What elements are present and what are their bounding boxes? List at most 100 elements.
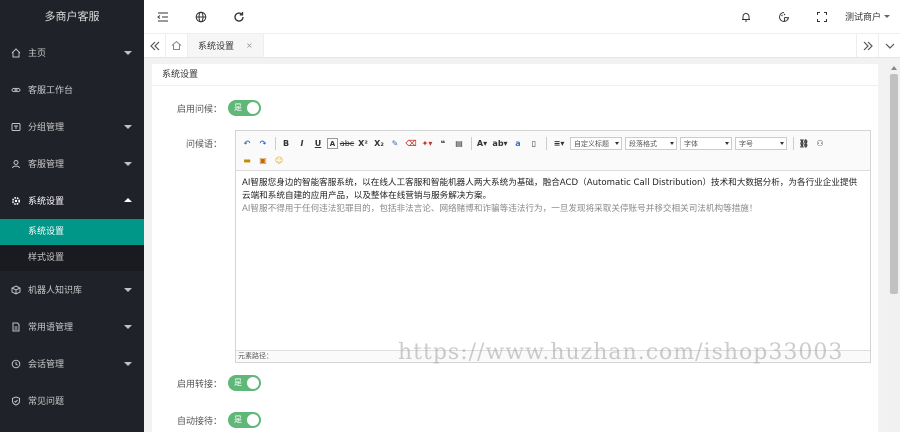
message-row: 问候语：: [152, 137, 228, 150]
greeting-row: 启用问候： 是: [152, 100, 261, 116]
transfer-switch[interactable]: 是: [228, 375, 261, 391]
chevron-down-icon: [124, 161, 132, 166]
font-select[interactable]: 字体: [680, 137, 732, 150]
sidebar-item-home[interactable]: 主页: [0, 34, 144, 71]
sidebar-item-label: 机器人知识库: [28, 286, 83, 296]
chat-icon: [10, 358, 22, 370]
undo-icon[interactable]: ↶: [240, 137, 254, 151]
sidebar: 多商户客服 主页 客服工作台 分组管理 客服管理 系统设置 系统设置 样式设置: [0, 0, 144, 432]
sidebar-item-knowledge-base[interactable]: 机器人知识库: [0, 271, 144, 308]
scrollbar-thumb[interactable]: [890, 74, 898, 294]
sidebar-item-label: 客服工作台: [28, 86, 74, 96]
emoji-icon[interactable]: ☺: [272, 154, 286, 168]
superscript-icon[interactable]: X²: [356, 137, 370, 151]
close-icon[interactable]: ×: [246, 41, 253, 50]
fullscreen-icon: [816, 11, 827, 22]
double-chevron-right-icon: [863, 41, 873, 50]
switch-text: 是: [234, 378, 242, 387]
editor-content[interactable]: AI智服您身边的智能客服系统，以在线人工客服和智能机器人两大系统为基础，融合AC…: [236, 171, 870, 343]
sidebar-item-label: 系统设置: [28, 197, 65, 207]
font-size-select[interactable]: 字号: [735, 137, 787, 150]
transfer-row: 启用转接： 是: [152, 375, 261, 391]
eraser-icon[interactable]: ⌫: [404, 137, 418, 151]
theme-button[interactable]: [765, 0, 803, 34]
sidebar-item-phrases[interactable]: 常用语管理: [0, 308, 144, 345]
page-scrollbar[interactable]: [888, 64, 900, 432]
italic-icon[interactable]: I: [295, 137, 309, 151]
plain-text-icon[interactable]: ▤: [452, 137, 466, 151]
scroll-up-icon[interactable]: [891, 66, 897, 70]
border-icon[interactable]: A: [327, 138, 338, 149]
bold-icon[interactable]: B: [279, 137, 293, 151]
user-name: 测试商户: [844, 13, 881, 23]
blockquote-icon[interactable]: ❝: [436, 137, 450, 151]
sidebar-item-workbench[interactable]: 客服工作台: [0, 71, 144, 108]
format-match-icon[interactable]: ✎: [388, 137, 402, 151]
shield-icon: [10, 395, 22, 407]
highlight-icon[interactable]: ab▾: [491, 137, 509, 151]
sidebar-item-groups[interactable]: 分组管理: [0, 108, 144, 145]
chevron-down-icon: [124, 287, 132, 292]
sidebar-item-label: 主页: [28, 49, 47, 59]
link-icon[interactable]: ⛓: [797, 137, 811, 151]
sidebar-subitem-style-settings[interactable]: 样式设置: [0, 245, 144, 271]
top-header: 测试商户: [144, 0, 900, 34]
redo-icon[interactable]: ↷: [256, 137, 270, 151]
app-root: 多商户客服 主页 客服工作台 分组管理 客服管理 系统设置 系统设置 样式设置: [0, 0, 900, 432]
switch-knob: [247, 377, 259, 389]
website-button[interactable]: [182, 0, 220, 34]
custom-title-select[interactable]: 自定义标题: [570, 137, 622, 150]
transfer-label: 启用转接：: [176, 379, 222, 390]
chevron-up-icon: [124, 197, 132, 202]
collapse-sidebar-button[interactable]: [144, 0, 182, 34]
subscript-icon[interactable]: X₂: [372, 137, 386, 151]
refresh-button[interactable]: [220, 0, 258, 34]
sidebar-item-label: 客服管理: [28, 160, 65, 170]
font-color-icon[interactable]: A▾: [475, 137, 489, 151]
editor-paragraph: AI智服您身边的智能客服系统，以在线人工客服和智能机器人两大系统为基础，融合AC…: [242, 178, 858, 201]
auto-reception-row: 自动接待： 是: [152, 412, 261, 428]
underline-icon[interactable]: U: [311, 137, 325, 151]
caret-down-icon: [884, 15, 890, 18]
group-icon: [10, 121, 22, 133]
link-icon: [10, 84, 22, 96]
home-tab[interactable]: [166, 34, 188, 57]
greeting-switch[interactable]: 是: [228, 100, 261, 116]
unlink-icon[interactable]: ⚇: [813, 137, 827, 151]
home-icon: [10, 47, 22, 59]
fullscreen-button[interactable]: [803, 0, 841, 34]
switch-text: 是: [234, 415, 242, 424]
image-icon[interactable]: ▬: [240, 154, 254, 168]
user-icon: [10, 158, 22, 170]
settings-card: 系统设置 启用问候： 是 问候语： ↶ ↷ B I U A abc X² X₂ …: [152, 64, 878, 432]
message-label: 问候语：: [185, 140, 222, 150]
chevron-down-icon: [124, 124, 132, 129]
greeting-label: 启用问候：: [176, 104, 222, 115]
rich-text-editor[interactable]: ↶ ↷ B I U A abc X² X₂ ✎ ⌫ ✦▾ ❝ ▤ A▾ ab▾ …: [235, 130, 871, 363]
chevron-down-icon: [124, 50, 132, 55]
tab-system-settings[interactable]: 系统设置 ×: [188, 34, 264, 57]
tabs-scroll-right-button[interactable]: [856, 34, 878, 57]
notification-button[interactable]: [727, 0, 765, 34]
paragraph-select[interactable]: 段落格式: [625, 137, 677, 150]
sidebar-item-agents[interactable]: 客服管理: [0, 145, 144, 182]
sidebar-subitem-system-settings[interactable]: 系统设置: [0, 219, 144, 245]
chevron-down-icon: [885, 43, 894, 49]
sidebar-item-settings[interactable]: 系统设置: [0, 182, 144, 219]
line-height-icon[interactable]: ≡▾: [550, 137, 568, 151]
editor-paragraph: AI智服不得用于任何违法犯罪目的，包括非法言论、网络赌博和诈骗等违法行为，一旦发…: [242, 204, 758, 214]
app-logo: 多商户客服: [0, 0, 144, 34]
user-menu[interactable]: 测试商户: [841, 10, 900, 23]
sidebar-item-sessions[interactable]: 会话管理: [0, 345, 144, 382]
multi-image-icon[interactable]: ▣: [256, 154, 270, 168]
sidebar-item-faq[interactable]: 常见问题: [0, 382, 144, 419]
tabs-scroll-left-button[interactable]: [144, 34, 166, 57]
auto-reception-switch[interactable]: 是: [228, 412, 261, 428]
clear-doc-icon[interactable]: ▯: [527, 137, 541, 151]
select-all-icon[interactable]: a: [511, 137, 525, 151]
tabs-menu-button[interactable]: [878, 34, 900, 57]
menu-fold-icon: [157, 12, 168, 21]
auto-format-icon[interactable]: ✦▾: [420, 137, 434, 151]
switch-knob: [247, 414, 259, 426]
strikethrough-icon[interactable]: abc: [340, 137, 354, 151]
